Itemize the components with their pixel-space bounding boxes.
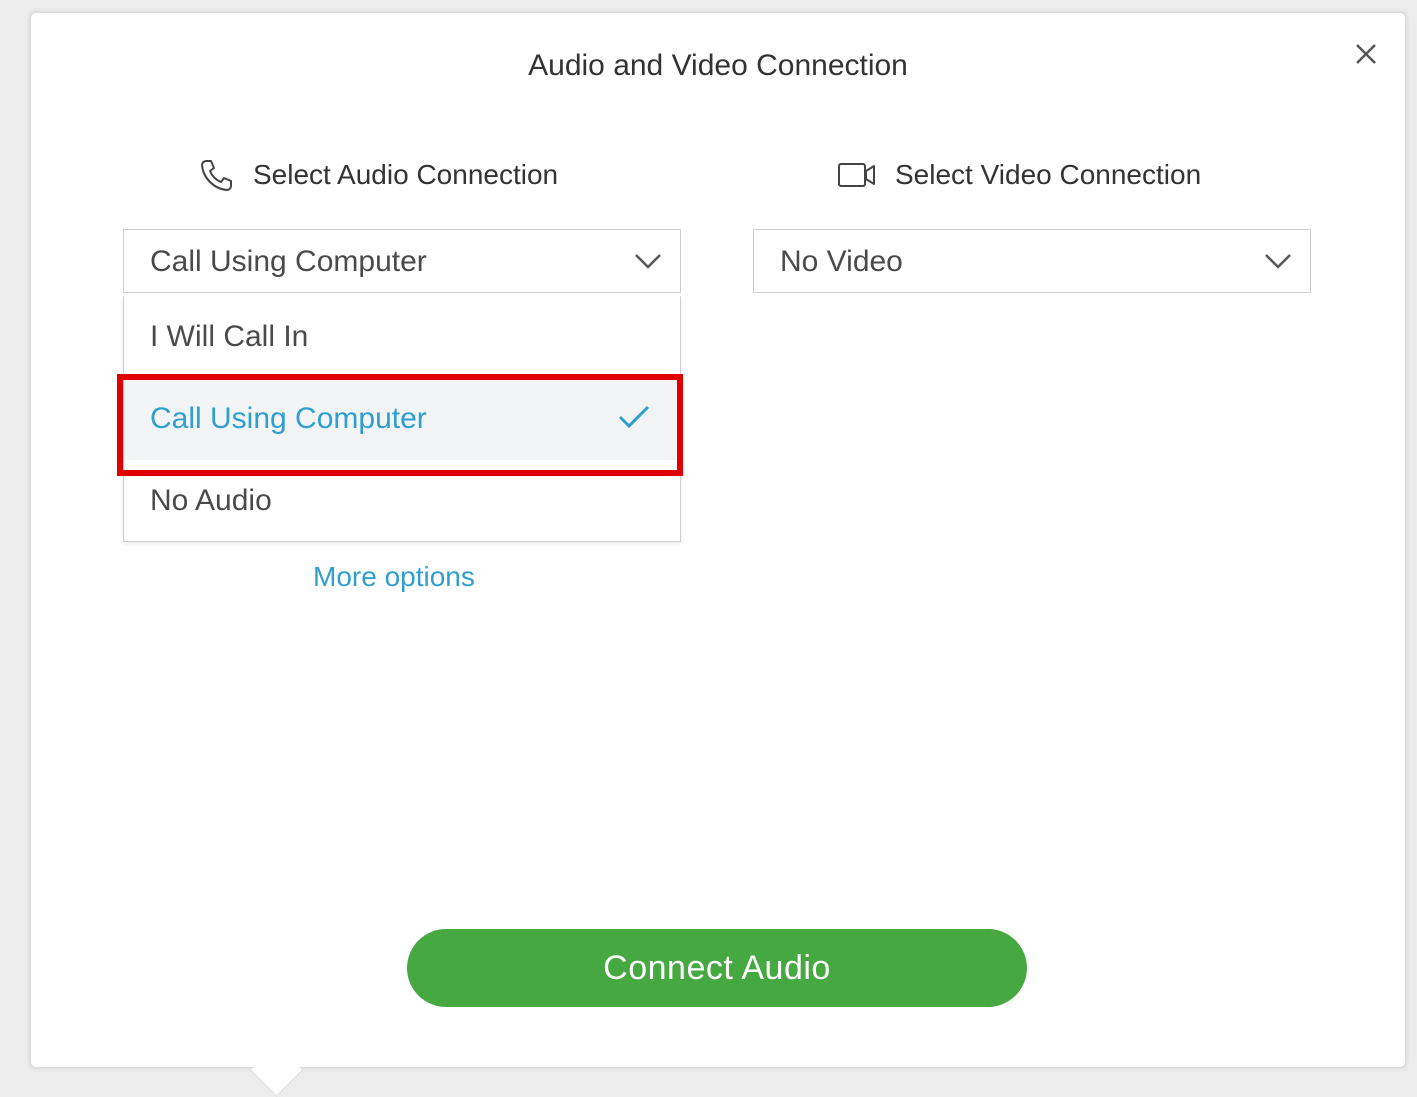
checkmark-icon [616, 402, 652, 437]
audio-video-dialog: Audio and Video Connection Select Audio … [30, 12, 1406, 1068]
video-selected-value: No Video [780, 245, 903, 278]
connect-audio-button[interactable]: Connect Audio [407, 929, 1027, 1007]
video-section-header: Select Video Connection [837, 153, 1201, 197]
chevron-down-icon [632, 248, 664, 277]
audio-selected-value: Call Using Computer [150, 245, 427, 278]
audio-section-heading: Select Audio Connection [253, 159, 559, 190]
option-i-will-call-in[interactable]: I Will Call In [124, 296, 680, 378]
option-label: I Will Call In [150, 320, 309, 353]
close-button[interactable] [1349, 37, 1383, 71]
phone-icon [199, 157, 235, 193]
option-label: Call Using Computer [150, 402, 427, 435]
dialog-title: Audio and Video Connection [528, 49, 908, 82]
video-connection-select[interactable]: No Video [753, 229, 1311, 293]
option-call-using-computer[interactable]: Call Using Computer [124, 378, 680, 460]
video-camera-icon [837, 160, 877, 190]
audio-connection-select[interactable]: Call Using Computer [123, 229, 681, 293]
chevron-down-icon [1262, 248, 1294, 277]
audio-options-list: I Will Call In Call Using Computer No Au… [123, 296, 681, 542]
option-label: No Audio [150, 484, 272, 517]
video-section-heading: Select Video Connection [895, 159, 1202, 190]
close-icon [1356, 44, 1376, 64]
option-no-audio[interactable]: No Audio [124, 460, 680, 542]
more-options-link[interactable]: More options [313, 561, 475, 593]
audio-section-header: Select Audio Connection [199, 153, 558, 197]
